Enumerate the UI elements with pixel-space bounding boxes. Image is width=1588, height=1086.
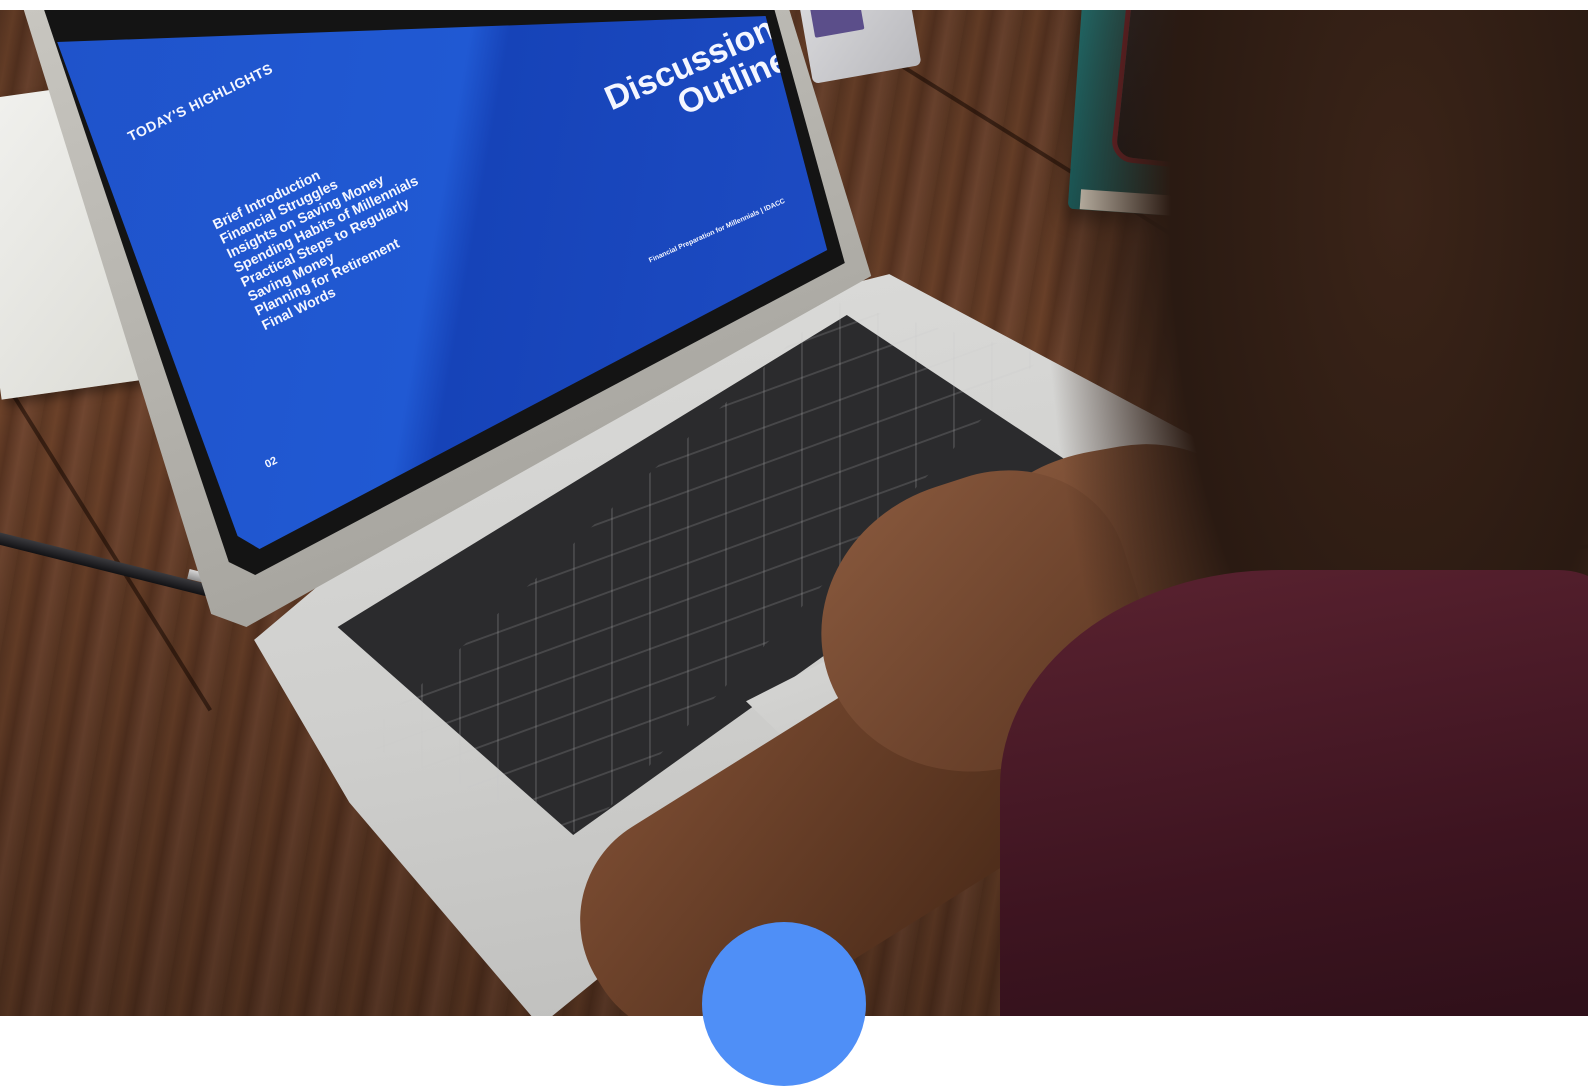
- slide-footer: Financial Preparation for Millennials | …: [648, 197, 787, 265]
- person-shirt: [1000, 570, 1588, 1016]
- photo-scene: TODAY'S HIGHLIGHTS Brief Introduction Fi…: [0, 10, 1588, 1016]
- slide-page-number: 02: [263, 454, 280, 471]
- tablet-device: [798, 10, 922, 84]
- accent-circle: [702, 922, 866, 1086]
- slide-right-title: Discussion Outline: [599, 16, 794, 147]
- slide-outline-list: Brief Introduction Financial Struggles I…: [210, 129, 449, 334]
- slide-left-heading: TODAY'S HIGHLIGHTS: [125, 60, 276, 145]
